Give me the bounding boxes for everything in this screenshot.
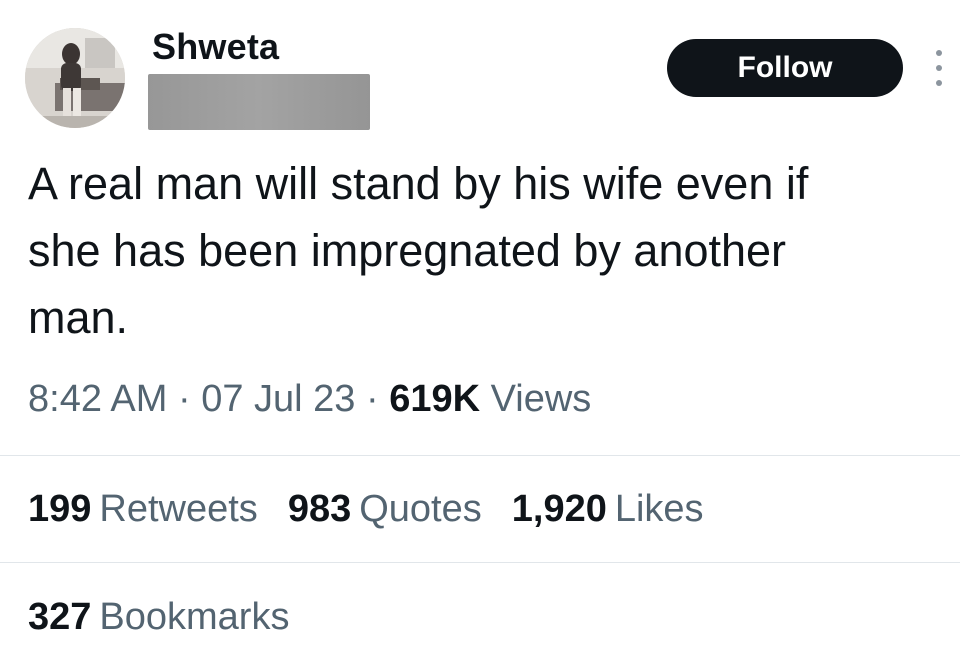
divider xyxy=(0,562,960,563)
quotes-label: Quotes xyxy=(359,488,482,530)
tweet-card: Shweta Follow A real man will stand by h… xyxy=(0,0,960,667)
profile-photo-icon xyxy=(25,28,125,128)
dot xyxy=(936,50,942,56)
likes-stat[interactable]: 1,920 Likes xyxy=(512,488,704,531)
avatar[interactable] xyxy=(25,28,125,128)
tweet-meta: 8:42 AM · 07 Jul 23 · 619K Views xyxy=(28,378,591,421)
redacted-handle xyxy=(148,74,370,130)
views-count: 619K xyxy=(389,378,481,420)
bookmarks-stat-inner: 327 Bookmarks xyxy=(28,596,289,639)
likes-count: 1,920 xyxy=(511,488,607,530)
bookmarks-label: Bookmarks xyxy=(99,596,290,638)
divider xyxy=(0,455,960,456)
engagement-stats: 199 Retweets 983 Quotes 1,920 Likes xyxy=(28,488,734,531)
views-label: Views xyxy=(490,378,592,420)
retweets-stat[interactable]: 199 Retweets xyxy=(28,488,258,531)
meta-separator: · xyxy=(177,378,191,420)
quotes-count: 983 xyxy=(287,488,352,530)
bookmarks-count: 327 xyxy=(28,596,92,638)
tweet-date[interactable]: 07 Jul 23 xyxy=(201,378,355,420)
meta-separator: · xyxy=(366,378,379,420)
likes-label: Likes xyxy=(614,488,704,530)
quotes-stat[interactable]: 983 Quotes xyxy=(288,488,482,531)
tweet-text: A real man will stand by his wife even i… xyxy=(28,158,809,343)
dot xyxy=(936,80,942,86)
retweets-label: Retweets xyxy=(99,488,258,530)
retweets-count: 199 xyxy=(28,488,92,530)
follow-button[interactable]: Follow xyxy=(667,39,903,97)
display-name[interactable]: Shweta xyxy=(152,26,279,68)
dot xyxy=(936,65,942,71)
tweet-time[interactable]: 8:42 AM xyxy=(28,378,167,420)
more-options-icon[interactable] xyxy=(928,44,950,92)
bookmarks-stat[interactable]: 327 Bookmarks xyxy=(28,596,289,639)
